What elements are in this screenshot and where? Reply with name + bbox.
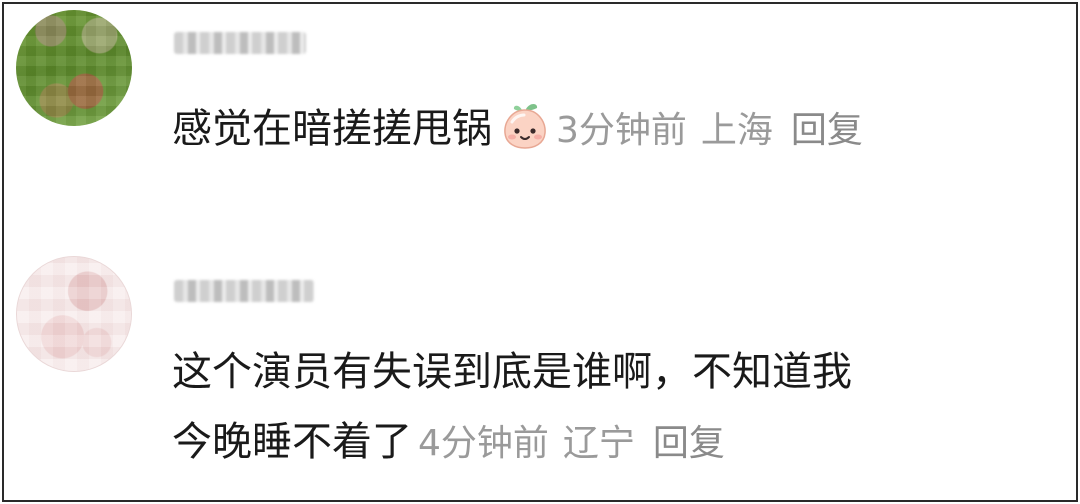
comment-text: 感觉在暗搓搓甩锅 — [172, 106, 492, 152]
comment-text-line: 感觉在暗搓搓甩锅 3分钟前 上海 回复 — [172, 100, 863, 159]
comment-text: 今晚睡不着了 — [172, 419, 412, 465]
avatar[interactable] — [16, 256, 132, 372]
reply-button[interactable]: 回复 — [653, 423, 725, 464]
comment-item: 这个演员有失误到底是谁啊，不知道我 今晚睡不着了 4分钟前 辽宁 回复 — [4, 244, 1076, 500]
comment-location: 上海 — [700, 110, 773, 151]
comment-text-line: 今晚睡不着了 4分钟前 辽宁 回复 — [172, 414, 725, 472]
comment-location: 辽宁 — [562, 423, 635, 464]
peach-smile-emoji-icon — [504, 104, 546, 149]
comment-list: 感觉在暗搓搓甩锅 3分钟前 上海 回复 这个演员有失误到底是谁啊，不知道我 今晚睡不… — [2, 2, 1078, 502]
username-blurred[interactable] — [174, 32, 306, 54]
username-blurred[interactable] — [174, 280, 314, 302]
comment-time: 4分钟前 — [418, 423, 549, 464]
comment-text-line: 这个演员有失误到底是谁啊，不知道我 — [172, 344, 852, 400]
comment-text: 这个演员有失误到底是谁啊，不知道我 — [172, 349, 852, 395]
comment-item: 感觉在暗搓搓甩锅 3分钟前 上海 回复 — [4, 4, 1076, 234]
reply-button[interactable]: 回复 — [791, 110, 863, 151]
comment-time: 3分钟前 — [556, 110, 687, 151]
avatar[interactable] — [16, 10, 132, 126]
